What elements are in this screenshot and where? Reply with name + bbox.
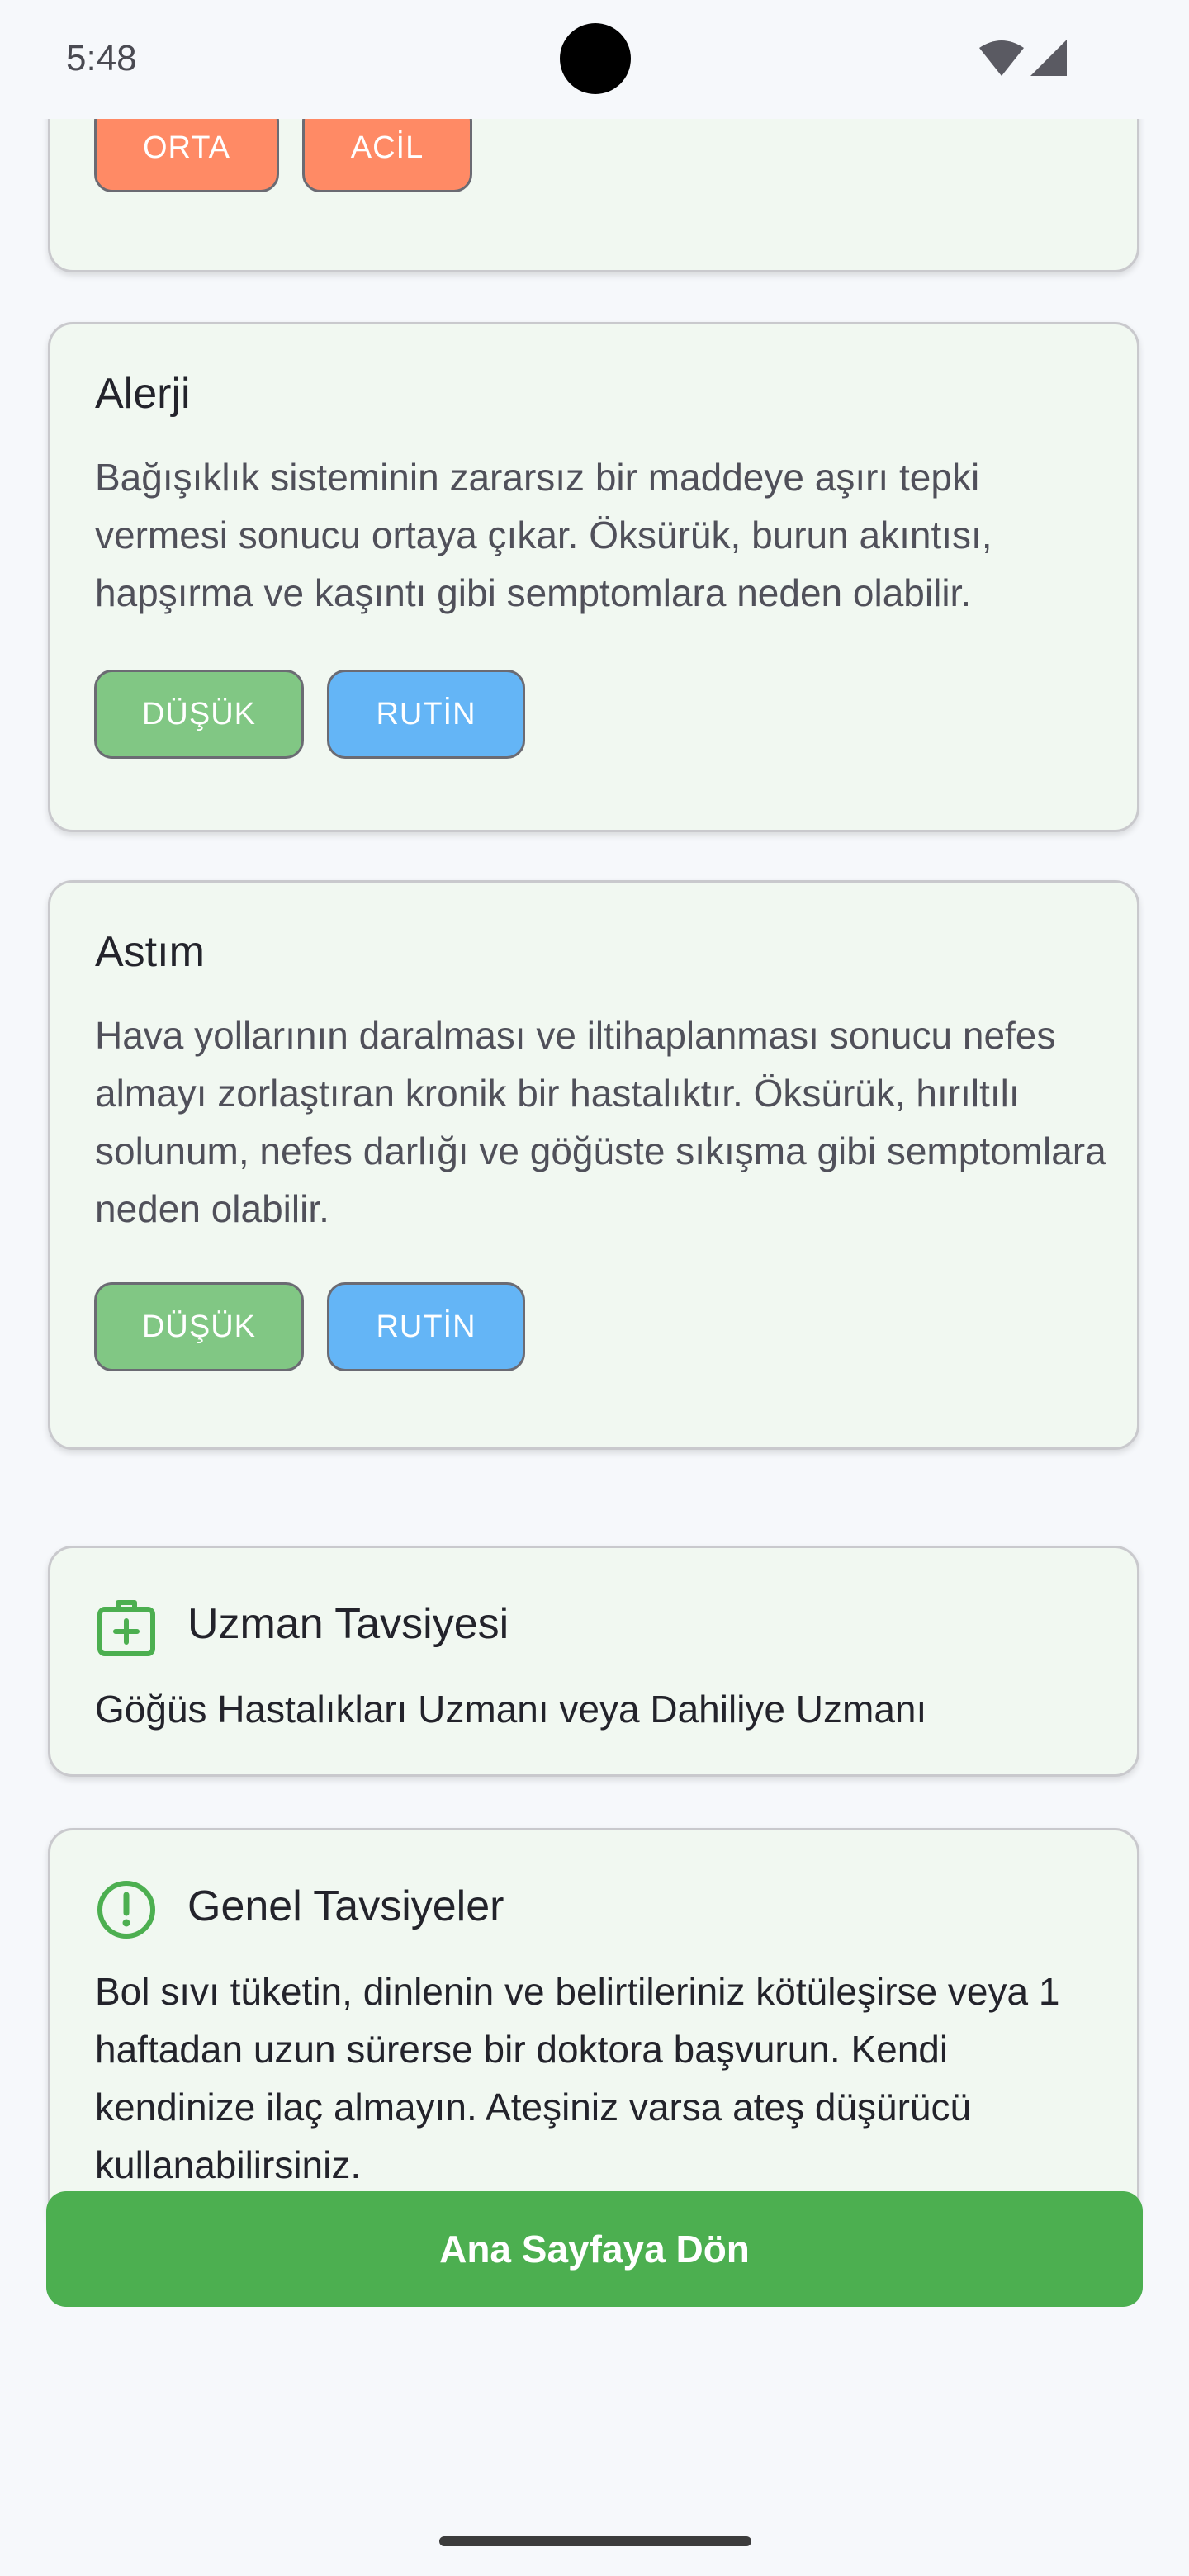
- status-bar: 5:48: [0, 0, 1189, 119]
- condition-card: ORTA ACİL: [48, 119, 1139, 272]
- general-advice-text: Bol sıvı tüketin, dinlenin ve belirtiler…: [95, 1970, 1060, 2186]
- status-time: 5:48: [66, 38, 137, 78]
- severity-badge: DÜŞÜK: [94, 670, 304, 759]
- alert-circle-icon: [97, 1881, 155, 1939]
- condition-title: Alerji: [95, 370, 191, 418]
- general-advice-card: Genel Tavsiyeler Bol sıvı tüketin, dinle…: [48, 1828, 1139, 2236]
- specialist-text: Göğüs Hastalıkları Uzmanı veya Dahiliye …: [95, 1688, 927, 1731]
- specialist-title: Uzman Tavsiyesi: [187, 1600, 509, 1648]
- cell-signal-icon: [1030, 40, 1067, 76]
- urgency-badge: RUTİN: [327, 1282, 525, 1371]
- condition-description: Bağışıklık sisteminin zararsız bir madde…: [95, 456, 992, 614]
- camera-cutout: [560, 23, 631, 94]
- severity-badge: DÜŞÜK: [94, 1282, 304, 1371]
- urgency-badge: RUTİN: [327, 670, 525, 759]
- wifi-icon: [979, 40, 1024, 76]
- specialist-card: Uzman Tavsiyesi Göğüs Hastalıkları Uzman…: [48, 1546, 1139, 1777]
- condition-card-allergy: Alerji Bağışıklık sisteminin zararsız bi…: [48, 322, 1139, 832]
- condition-title: Astım: [95, 928, 205, 976]
- condition-description: Hava yollarının daralması ve iltihaplanm…: [95, 1014, 1106, 1230]
- urgency-badge: ACİL: [302, 119, 472, 192]
- gesture-nav-handle[interactable]: [439, 2536, 751, 2546]
- back-to-home-button[interactable]: Ana Sayfaya Dön: [46, 2191, 1143, 2307]
- general-advice-title: Genel Tavsiyeler: [187, 1882, 504, 1930]
- severity-badge: ORTA: [94, 119, 279, 192]
- condition-card-asthma: Astım Hava yollarının daralması ve iltih…: [48, 880, 1139, 1450]
- medical-kit-icon: [97, 1600, 155, 1656]
